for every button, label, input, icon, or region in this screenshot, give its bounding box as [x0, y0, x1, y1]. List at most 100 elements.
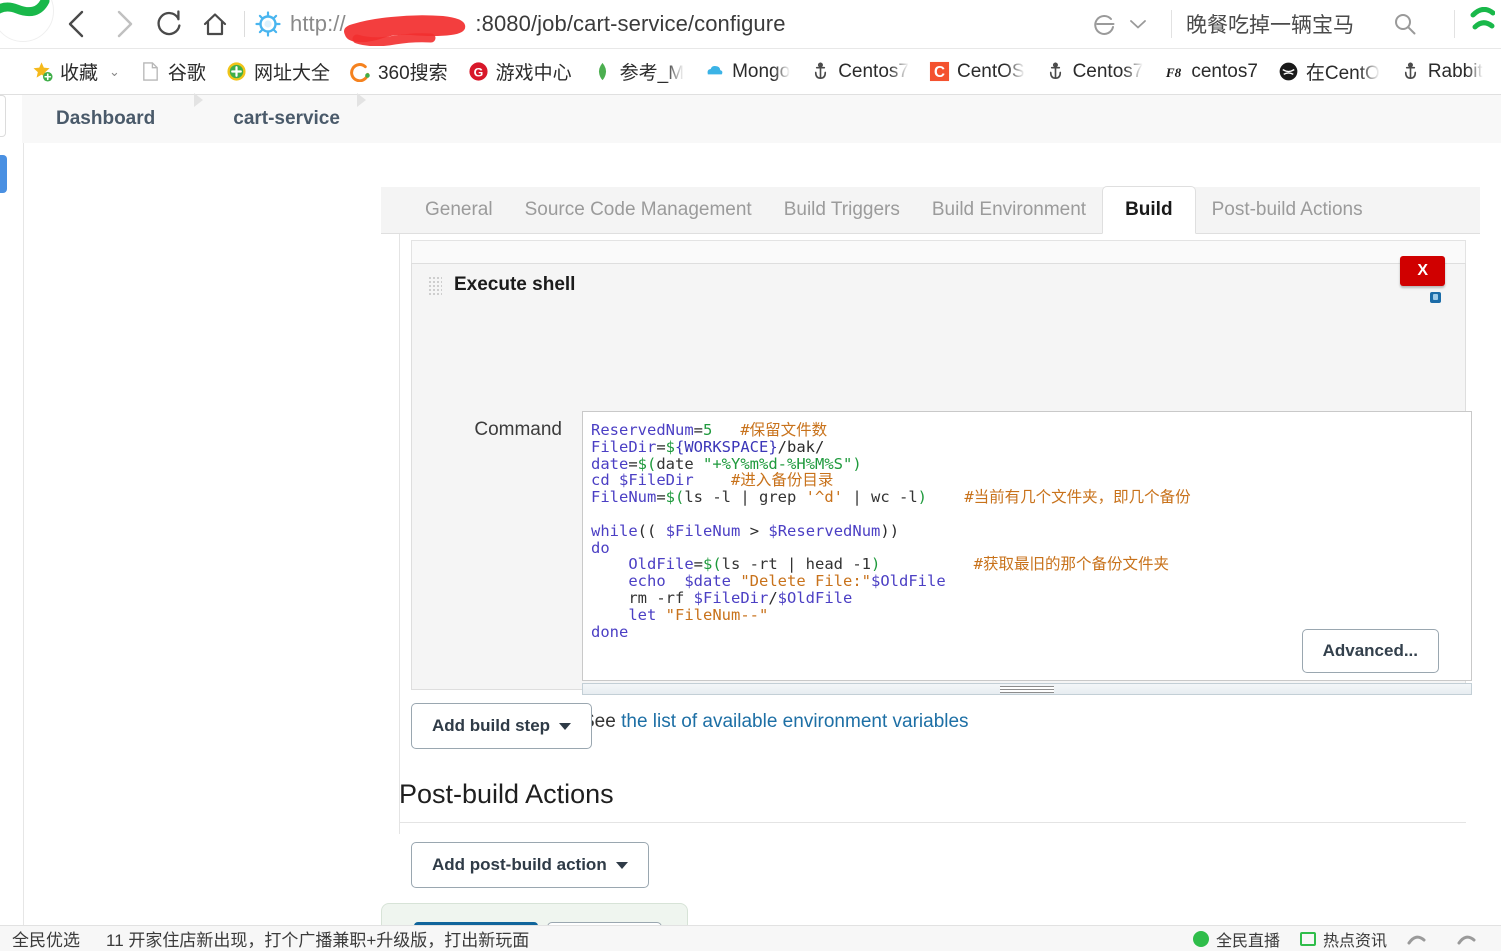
mongo-leaf-icon: [598, 62, 606, 81]
build-step-execute-shell: Execute shell X Command ReservedNum=5 #保…: [411, 256, 1472, 732]
breadcrumb-item-dashboard[interactable]: Dashboard: [46, 108, 165, 130]
ie-mode-button[interactable]: [1081, 10, 1157, 38]
edge-small-icon[interactable]: [1407, 930, 1437, 948]
bookmark-item-12[interactable]: Rabbit: [1390, 55, 1493, 89]
home-button[interactable]: [192, 1, 238, 47]
env-variables-hint: See the list of available environment va…: [582, 711, 969, 733]
config-tabs: General Source Code Management Build Tri…: [381, 186, 1480, 234]
search-icon[interactable]: [1392, 11, 1418, 37]
bookmark-item-0[interactable]: 收藏 ⌄: [22, 55, 130, 89]
f8-icon: F8: [1165, 65, 1182, 80]
breadcrumb-item-cart-service[interactable]: cart-service: [223, 108, 350, 130]
svg-text:G: G: [473, 65, 483, 79]
edge-small-icon-2[interactable]: [1457, 930, 1487, 948]
url-scheme: http://: [290, 11, 346, 36]
tab-build-triggers[interactable]: Build Triggers: [768, 186, 916, 233]
url-text: http://10.196.125.7:8080/job/cart-servic…: [290, 11, 786, 37]
chevron-down-icon: [615, 861, 628, 869]
job-config-panel: General Source Code Management Build Tri…: [381, 143, 1480, 951]
chevron-down-icon[interactable]: ⌄: [109, 64, 120, 80]
jenkins-page: Dashboard cart-service General Source Co…: [0, 93, 1501, 951]
delete-build-step-button[interactable]: X: [1400, 256, 1445, 286]
anchor-icon: [1404, 62, 1416, 79]
anchor-icon: [815, 62, 827, 79]
bookmark-item-11[interactable]: 在CentO: [1268, 55, 1390, 89]
tab-source-code-management[interactable]: Source Code Management: [509, 186, 768, 233]
taskbar-news-chip[interactable]: 热点资讯: [1299, 927, 1387, 951]
360-icon: [350, 63, 370, 82]
tab-post-build-actions[interactable]: Post-build Actions: [1196, 186, 1379, 233]
env-variables-link[interactable]: the list of available environment variab…: [621, 711, 968, 732]
tab-general[interactable]: General: [409, 186, 509, 233]
chevron-down-icon: [559, 722, 572, 730]
breadcrumb-separator: [194, 93, 203, 107]
bookmark-item-1[interactable]: 谷歌: [130, 55, 216, 89]
add-build-step-button[interactable]: Add build step: [411, 703, 593, 749]
address-bar[interactable]: http://10.196.125.7:8080/job/cart-servic…: [255, 11, 1081, 46]
breadcrumb-separator: [357, 93, 366, 107]
breadcrumb: Dashboard cart-service: [22, 93, 1501, 143]
bookmark-label: CentOS: [956, 60, 1025, 82]
taskbar-item-0[interactable]: 全民优选: [12, 926, 80, 951]
bookmark-label: 谷歌: [167, 63, 206, 84]
forward-button[interactable]: [100, 1, 146, 47]
command-field-label: Command: [474, 419, 562, 440]
sidebar-collapse-handle[interactable]: [0, 155, 7, 193]
bookmark-label: 参考_M: [619, 63, 685, 84]
svg-text:C: C: [934, 64, 945, 81]
search-phrase-text[interactable]: 晚餐吃掉一辆宝马: [1186, 9, 1354, 39]
bookmark-item-9[interactable]: Centos7: [1035, 55, 1154, 89]
browser-logo: [0, 0, 54, 42]
reload-icon: [157, 10, 181, 36]
chevron-down-icon: [1130, 20, 1146, 29]
taskbar-item-1[interactable]: 11 开家住店新出现，打个广播兼职+升级版，打出新玩面: [106, 926, 529, 951]
bookmark-item-5[interactable]: 参考_M: [582, 55, 694, 89]
post-build-actions-heading: Post-build Actions: [399, 779, 1466, 823]
site-identity-icon: [255, 11, 281, 37]
desktop-taskbar: 全民优选 11 开家住店新出现，打个广播兼职+升级版，打出新玩面 全民直播 热点…: [0, 925, 1501, 951]
bookmark-item-10[interactable]: F8 centos7: [1153, 55, 1268, 89]
bookmark-label: Centos7: [1072, 60, 1144, 82]
page-body: General Source Code Management Build Tri…: [23, 143, 1480, 951]
page-icon: [143, 62, 158, 81]
taskbar-live-label: 全民直播: [1215, 932, 1280, 950]
back-button[interactable]: [54, 1, 100, 47]
news-square-icon: [1299, 931, 1316, 946]
bookmark-label: 收藏: [60, 63, 99, 84]
textarea-resize-bar[interactable]: [582, 683, 1472, 695]
advanced-button[interactable]: Advanced...: [1301, 629, 1439, 673]
bookmark-label: centos7: [1191, 60, 1258, 82]
edge-logo-icon: [1470, 7, 1495, 30]
reload-button[interactable]: [146, 1, 192, 47]
ie-icon: [1094, 14, 1115, 35]
browser-chrome: http://10.196.125.7:8080/job/cart-servic…: [0, 0, 1501, 95]
resize-grip-icon[interactable]: [1000, 686, 1054, 693]
help-icon[interactable]: [1430, 292, 1441, 303]
bookmark-item-6[interactable]: Mongo: [694, 55, 800, 89]
bookmark-item-2[interactable]: 网址大全: [216, 55, 340, 89]
tab-build-environment[interactable]: Build Environment: [916, 186, 1102, 233]
taskbar-live-chip[interactable]: 全民直播: [1192, 927, 1280, 951]
bookmark-item-8[interactable]: C CentOS: [919, 55, 1035, 89]
bookmark-item-4[interactable]: G 游戏中心: [458, 55, 582, 89]
bookmark-label: Mongo: [732, 60, 791, 82]
live-dot-icon: [1192, 930, 1209, 947]
anchor-icon: [1049, 62, 1061, 79]
mongo-cloud-icon: [707, 65, 723, 75]
tab-build[interactable]: Build: [1102, 186, 1196, 234]
bookmark-label: 游戏中心: [495, 63, 572, 84]
bookmark-label: 网址大全: [253, 63, 330, 84]
plus-green-icon: [227, 62, 246, 81]
bookmark-label: 360搜索: [377, 63, 448, 84]
drag-handle-icon[interactable]: [428, 276, 442, 296]
globe-dark-icon: [1279, 62, 1298, 81]
shell-script-content[interactable]: ReservedNum=5 #保留文件数 FileDir=${WORKSPACE…: [583, 412, 1471, 640]
bookmark-item-7[interactable]: Centos7: [800, 55, 919, 89]
toolbar-divider-3: [1454, 10, 1455, 38]
bookmark-item-13[interactable]: [1493, 55, 1501, 89]
star-favorite-icon: [33, 62, 53, 82]
build-step-title: Execute shell: [454, 274, 576, 295]
browser-right-tools: 晚餐吃掉一辆宝马: [1081, 7, 1501, 41]
add-post-build-action-button[interactable]: Add post-build action: [411, 842, 649, 888]
bookmark-item-3[interactable]: 360搜索: [340, 55, 458, 89]
